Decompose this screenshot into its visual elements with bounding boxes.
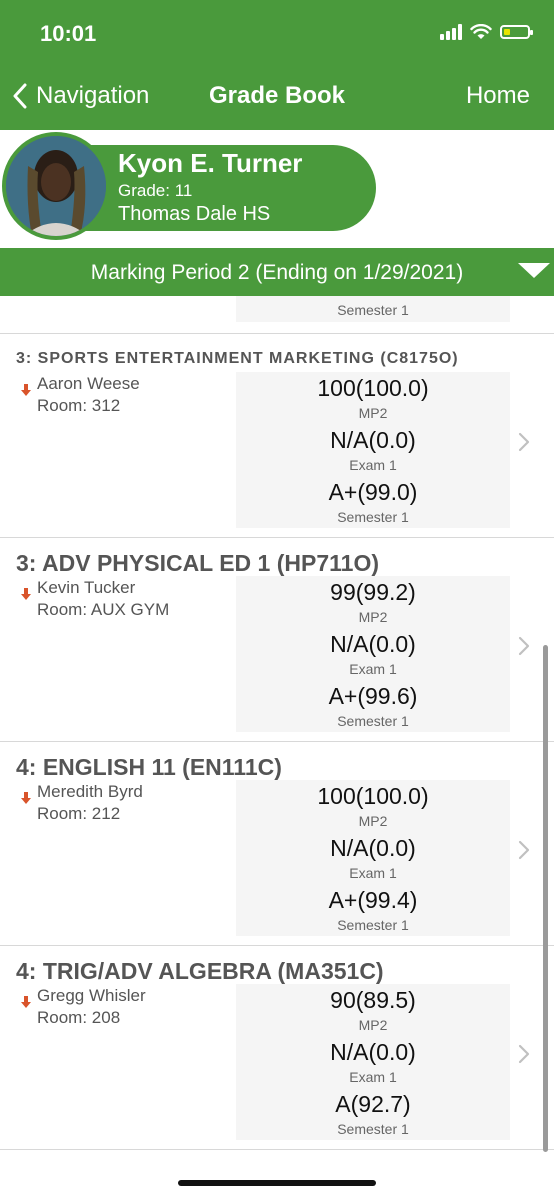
trend-down-arrow-icon: [21, 588, 31, 600]
room-label: Room: 212: [37, 804, 121, 823]
grade-label: Semester 1: [337, 509, 409, 525]
grade-label: MP2: [358, 405, 388, 421]
grade-label: Semester 1: [337, 917, 409, 933]
chevron-left-icon: [13, 83, 27, 109]
grade-label: Semester 1: [337, 713, 409, 729]
course-row[interactable]: 3: ADV PHYSICAL ED 1 (HP711O) Kevin Tuck…: [0, 538, 554, 742]
grades-card: 100(100.0) MP2 N/A(0.0) Exam 1 A+(99.0) …: [236, 372, 510, 528]
nav-back-label: Navigation: [36, 82, 150, 109]
grade-label: MP2: [358, 813, 388, 829]
chevron-right-icon[interactable]: [514, 1042, 534, 1066]
cellular-signal-icon: [440, 24, 462, 40]
course-row[interactable]: 3: SPORTS ENTERTAINMENT MARKETING (C8175…: [0, 334, 554, 538]
chevron-right-icon[interactable]: [514, 430, 534, 454]
grade-label: Exam 1: [349, 457, 397, 473]
status-icons: [440, 24, 533, 40]
grade-value: 99(99.2): [330, 579, 416, 605]
grades-card: 99(99.2) MP2 N/A(0.0) Exam 1 A+(99.6) Se…: [236, 576, 510, 732]
grade-value: A+(99.4): [328, 887, 418, 913]
grade-label: Exam 1: [349, 865, 397, 881]
course-title: 4: ENGLISH 11 (EN111C): [16, 754, 282, 780]
grade-label: MP2: [358, 609, 388, 625]
grade-value: A+(99.0): [328, 479, 418, 505]
teacher-name: Kevin Tucker: [37, 578, 136, 597]
status-time: 10:01: [40, 21, 97, 46]
grade-value: N/A(0.0): [330, 631, 416, 657]
student-avatar[interactable]: [2, 132, 110, 240]
partial-grade-label: Semester 1: [337, 302, 409, 318]
divider: [0, 1149, 554, 1150]
wifi-icon: [470, 24, 492, 39]
marking-period-label: Marking Period 2 (Ending on 1/29/2021): [90, 261, 464, 284]
app-header: 10:01 Navigation Grade Book Home: [0, 0, 554, 130]
grades-card: 90(89.5) MP2 N/A(0.0) Exam 1 A(92.7) Sem…: [236, 984, 510, 1140]
chevron-right-icon[interactable]: [514, 634, 534, 658]
course-row[interactable]: 4: ENGLISH 11 (EN111C) Meredith Byrd Roo…: [0, 742, 554, 946]
room-label: Room: 208: [37, 1008, 121, 1027]
course-title: 3: ADV PHYSICAL ED 1 (HP711O): [16, 550, 379, 576]
trend-down-arrow-icon: [21, 996, 31, 1008]
page-title: Grade Book: [208, 82, 346, 109]
marking-period-selector[interactable]: Marking Period 2 (Ending on 1/29/2021): [0, 248, 554, 296]
grade-label: Exam 1: [349, 661, 397, 677]
grades-card: 100(100.0) MP2 N/A(0.0) Exam 1 A+(99.4) …: [236, 780, 510, 936]
teacher-name: Aaron Weese: [37, 374, 140, 393]
teacher-name: Gregg Whisler: [37, 986, 146, 1005]
scrollbar[interactable]: [543, 645, 548, 1152]
room-label: Room: AUX GYM: [37, 600, 170, 619]
course-title: 3: SPORTS ENTERTAINMENT MARKETING (C8175…: [16, 350, 459, 367]
course-list[interactable]: Semester 1 3: SPORTS ENTERTAINMENT MARKE…: [0, 296, 554, 1166]
grade-value: 90(89.5): [330, 987, 416, 1013]
teacher-name: Meredith Byrd: [37, 782, 143, 801]
student-grade: Grade: 11: [118, 181, 193, 200]
battery-icon: [500, 25, 533, 39]
course-row[interactable]: 4: TRIG/ADV ALGEBRA (MA351C) Gregg Whisl…: [0, 946, 554, 1150]
room-label: Room: 312: [37, 396, 121, 415]
chevron-right-icon[interactable]: [514, 838, 534, 862]
grade-label: Semester 1: [337, 1121, 409, 1137]
course-title: 4: TRIG/ADV ALGEBRA (MA351C): [16, 958, 384, 984]
avatar-image: [6, 136, 106, 236]
grade-value: N/A(0.0): [330, 835, 416, 861]
grade-value: 100(100.0): [317, 783, 429, 809]
home-indicator[interactable]: [178, 1180, 376, 1186]
grade-label: Exam 1: [349, 1069, 397, 1085]
student-name: Kyon E. Turner: [118, 148, 303, 178]
partial-grade-card: Semester 1: [236, 296, 510, 322]
grade-value: A(92.7): [335, 1091, 411, 1117]
trend-down-arrow-icon: [21, 384, 31, 396]
trend-down-arrow-icon: [21, 792, 31, 804]
grade-value: N/A(0.0): [330, 427, 416, 453]
home-button[interactable]: Home: [466, 82, 530, 110]
dropdown-arrow-icon[interactable]: [518, 263, 550, 278]
grade-value: A+(99.6): [328, 683, 418, 709]
grade-value: N/A(0.0): [330, 1039, 416, 1065]
nav-back-button[interactable]: Navigation: [12, 82, 149, 110]
grade-value: 100(100.0): [317, 375, 429, 401]
grade-label: MP2: [358, 1017, 388, 1033]
student-school: Thomas Dale HS: [118, 203, 271, 225]
